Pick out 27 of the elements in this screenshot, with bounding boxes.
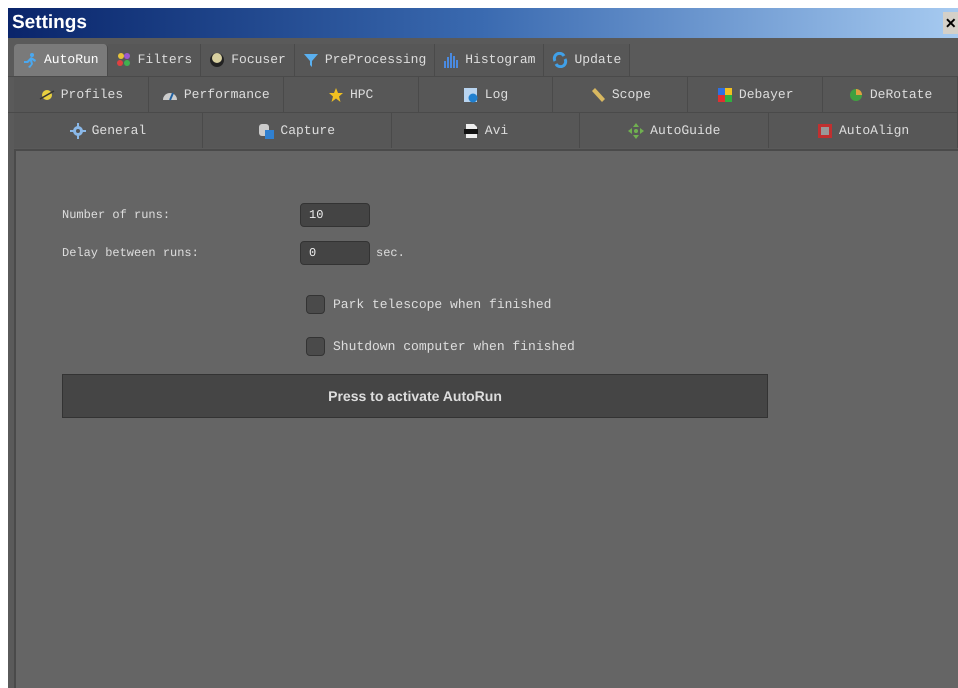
- target-square-icon: [816, 122, 833, 138]
- runner-icon: [22, 52, 38, 68]
- close-button[interactable]: ×: [943, 12, 958, 34]
- field-label: Number of runs:: [62, 207, 172, 224]
- checkbox-label: Park telescope when finished: [333, 296, 552, 314]
- knob-icon: [209, 52, 226, 68]
- unit-label: sec.: [376, 245, 405, 262]
- color-squares-icon: [716, 86, 733, 102]
- checkbox-label: Shutdown computer when finished: [333, 338, 575, 356]
- arrows-cross-icon: [628, 122, 644, 138]
- input-field[interactable]: 10: [300, 203, 370, 227]
- activate-button[interactable]: Press to activate AutoRun: [62, 374, 768, 418]
- funnel-icon: [302, 52, 319, 68]
- checkbox[interactable]: [306, 295, 325, 314]
- refresh-icon: [552, 52, 568, 68]
- tab[interactable]: AutoRun: [14, 44, 108, 76]
- checkbox[interactable]: [306, 336, 325, 356]
- info-window-icon: [462, 86, 479, 102]
- window-title: Settings: [12, 10, 87, 35]
- gear-icon: [70, 122, 86, 138]
- file-icon: [462, 122, 479, 138]
- bar-chart-icon: [443, 52, 460, 68]
- field-label: Delay between runs:: [62, 245, 200, 262]
- color-dots-icon: [116, 52, 132, 68]
- input-field[interactable]: 0: [300, 241, 370, 265]
- star-icon: [328, 86, 344, 102]
- database-icon: [258, 122, 274, 138]
